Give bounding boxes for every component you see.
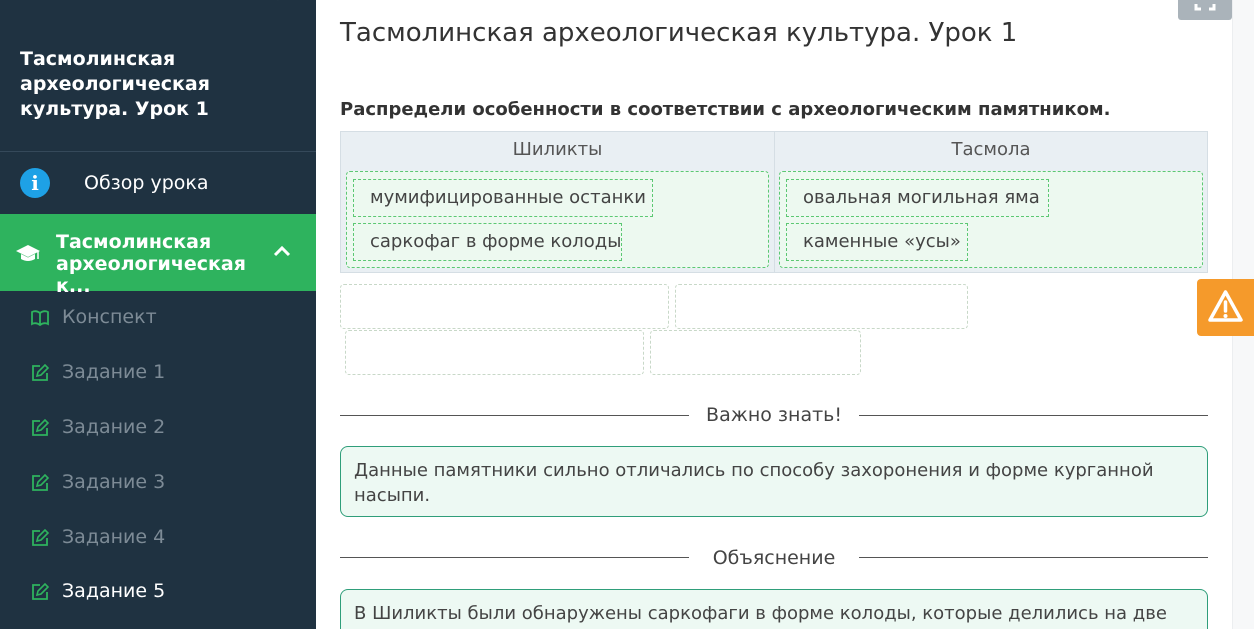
sidebar-item-label: Обзор урока bbox=[84, 172, 209, 194]
draggable-chip[interactable]: каменные «усы» bbox=[786, 223, 968, 261]
sidebar-item-label: Задание 1 bbox=[62, 361, 166, 383]
sidebar-item-task-4[interactable]: Задание 4 bbox=[0, 511, 316, 565]
explanation-note: В Шиликты были обнаружены саркофаги в фо… bbox=[340, 589, 1208, 629]
sorting-table: Шиликты Тасмола мумифицированные останки… bbox=[340, 131, 1208, 273]
sidebar-item-label: Задание 2 bbox=[62, 416, 166, 438]
edit-icon bbox=[32, 474, 49, 491]
dropzone-shilikty[interactable]: мумифицированные останки саркофаг в форм… bbox=[346, 171, 769, 268]
sidebar-item-task-2[interactable]: Задание 2 bbox=[0, 401, 316, 455]
task-instruction: Распредели особенности в соответствии с … bbox=[340, 99, 1111, 120]
section-divider bbox=[859, 557, 1208, 558]
sidebar-item-overview[interactable]: i Обзор урока bbox=[0, 152, 316, 214]
section-title-important: Важно знать! bbox=[706, 404, 842, 426]
chevron-up-icon[interactable] bbox=[272, 244, 292, 258]
sidebar-item-label: Задание 4 bbox=[62, 526, 166, 548]
sidebar-item-label: Задание 5 bbox=[62, 580, 166, 602]
sidebar-item-task-5[interactable]: Задание 5 bbox=[0, 565, 316, 619]
section-divider bbox=[340, 557, 689, 558]
sidebar-item-label: Тасмолинская археологическая к... bbox=[56, 231, 246, 297]
edit-icon bbox=[32, 583, 49, 600]
draggable-chip[interactable]: саркофаг в форме колоды bbox=[353, 223, 622, 261]
sidebar-item-task-1[interactable]: Задание 1 bbox=[0, 346, 316, 400]
sidebar-item-label: Конспект bbox=[62, 306, 157, 328]
edit-icon bbox=[32, 364, 49, 381]
column-header-shilikty: Шиликты bbox=[512, 139, 603, 160]
sidebar: Тасмолинская археологическая культура. У… bbox=[0, 0, 316, 629]
sidebar-item-label: Задание 3 bbox=[62, 471, 166, 493]
fullscreen-button[interactable] bbox=[1178, 0, 1232, 20]
draggable-chip[interactable]: овальная могильная яма bbox=[786, 179, 1049, 217]
graduation-cap-icon bbox=[16, 245, 40, 261]
important-note: Данные памятники сильно отличались по сп… bbox=[340, 446, 1208, 517]
page-title: Тасмолинская археологическая культура. У… bbox=[340, 18, 1018, 48]
warning-icon bbox=[1208, 290, 1243, 322]
chevron-down-icon[interactable] bbox=[268, 0, 288, 8]
empty-answer-slot[interactable] bbox=[675, 284, 968, 329]
section-title-explanation: Объяснение bbox=[712, 547, 836, 569]
section-divider bbox=[340, 415, 689, 416]
book-icon bbox=[31, 310, 49, 327]
empty-answer-slot[interactable] bbox=[345, 330, 644, 375]
edit-icon bbox=[32, 419, 49, 436]
column-divider bbox=[774, 132, 775, 272]
column-header-tasmola: Тасмола bbox=[951, 139, 1031, 160]
section-divider bbox=[859, 415, 1208, 416]
sidebar-item-active-lesson[interactable]: Тасмолинская археологическая к... bbox=[0, 214, 316, 297]
info-icon: i bbox=[20, 168, 50, 198]
expand-icon bbox=[1194, 4, 1216, 11]
sidebar-item-task-3[interactable]: Задание 3 bbox=[0, 456, 316, 510]
sidebar-item-konspekt[interactable]: Конспект bbox=[0, 291, 316, 345]
empty-answer-slot[interactable] bbox=[650, 330, 861, 375]
empty-answer-slot[interactable] bbox=[340, 284, 669, 329]
dropzone-tasmola[interactable]: овальная могильная яма каменные «усы» bbox=[779, 171, 1203, 268]
edit-icon bbox=[32, 529, 49, 546]
report-problem-button[interactable] bbox=[1197, 279, 1254, 336]
sidebar-title: Тасмолинская археологическая культура. У… bbox=[20, 48, 210, 120]
draggable-chip[interactable]: мумифицированные останки bbox=[353, 179, 653, 217]
